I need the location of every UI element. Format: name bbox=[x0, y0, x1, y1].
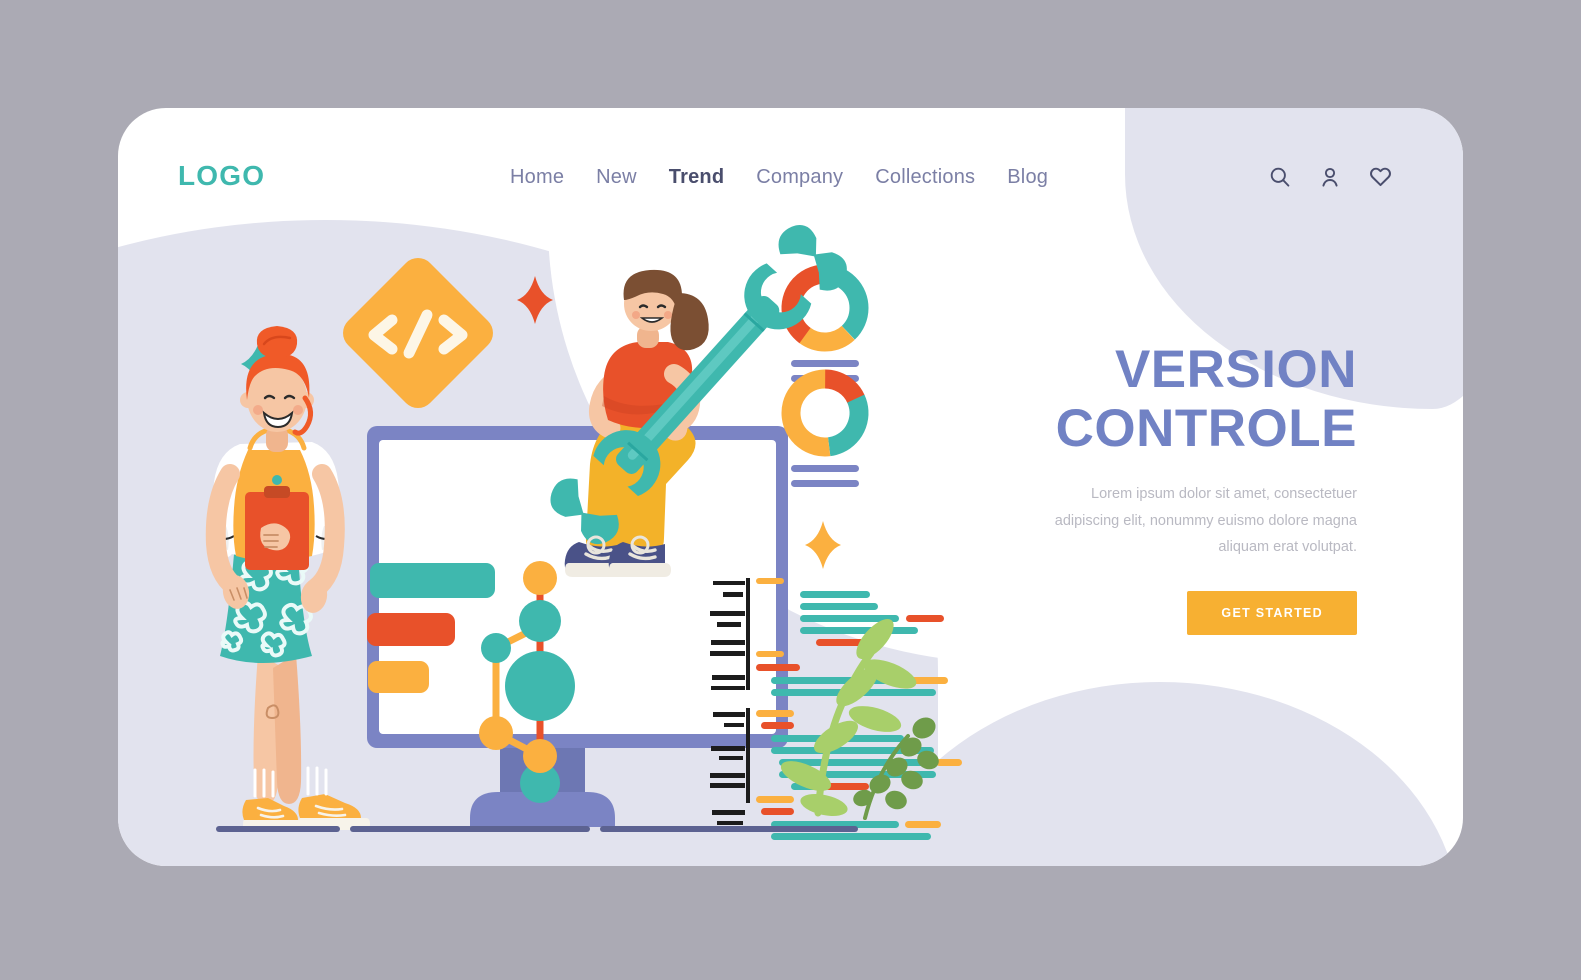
donut-chart-bottom-labels bbox=[791, 465, 859, 487]
main-navigation: Home New Trend Company Collections Blog bbox=[510, 166, 1048, 189]
logo[interactable]: LOGO bbox=[178, 160, 265, 192]
nav-item-blog[interactable]: Blog bbox=[1007, 166, 1048, 189]
hero-copy-block: VERSION CONTROLE Lorem ipsum dolor sit a… bbox=[1047, 340, 1357, 636]
commit-node bbox=[505, 651, 575, 721]
get-started-button[interactable]: GET STARTED bbox=[1187, 591, 1357, 636]
nav-item-new[interactable]: New bbox=[596, 166, 637, 189]
headline-line-2: CONTROLE bbox=[1055, 399, 1357, 459]
header-icon-group bbox=[1268, 164, 1393, 189]
commit-node bbox=[523, 739, 557, 773]
headline-line-1: VERSION bbox=[1114, 340, 1357, 399]
standing-developer bbox=[205, 326, 370, 832]
nav-item-collections[interactable]: Collections bbox=[875, 166, 975, 189]
commit-node bbox=[481, 633, 511, 663]
site-header: LOGO Home New Trend Company Collections … bbox=[118, 108, 1463, 258]
hero-card: LOGO Home New Trend Company Collections … bbox=[118, 108, 1463, 866]
page-root: LOGO Home New Trend Company Collections … bbox=[0, 0, 1581, 980]
commit-node bbox=[519, 600, 561, 642]
commit-node bbox=[523, 561, 557, 595]
ground-line bbox=[216, 826, 858, 832]
search-icon[interactable] bbox=[1268, 165, 1292, 189]
nav-item-trend[interactable]: Trend bbox=[669, 166, 724, 189]
hero-description: Lorem ipsum dolor sit amet, consectetuer… bbox=[1054, 485, 1357, 556]
page-title: VERSION CONTROLE bbox=[1047, 340, 1357, 459]
nav-item-company[interactable]: Company bbox=[756, 166, 843, 189]
sparkle-amber-icon bbox=[805, 521, 841, 569]
favorites-icon[interactable] bbox=[1368, 164, 1393, 189]
code-diamond-badge bbox=[343, 258, 493, 408]
account-icon[interactable] bbox=[1318, 165, 1342, 189]
nav-item-home[interactable]: Home bbox=[510, 166, 564, 189]
sparkle-red-icon bbox=[517, 276, 553, 324]
sneaker bbox=[298, 766, 370, 830]
commit-node bbox=[479, 716, 513, 750]
